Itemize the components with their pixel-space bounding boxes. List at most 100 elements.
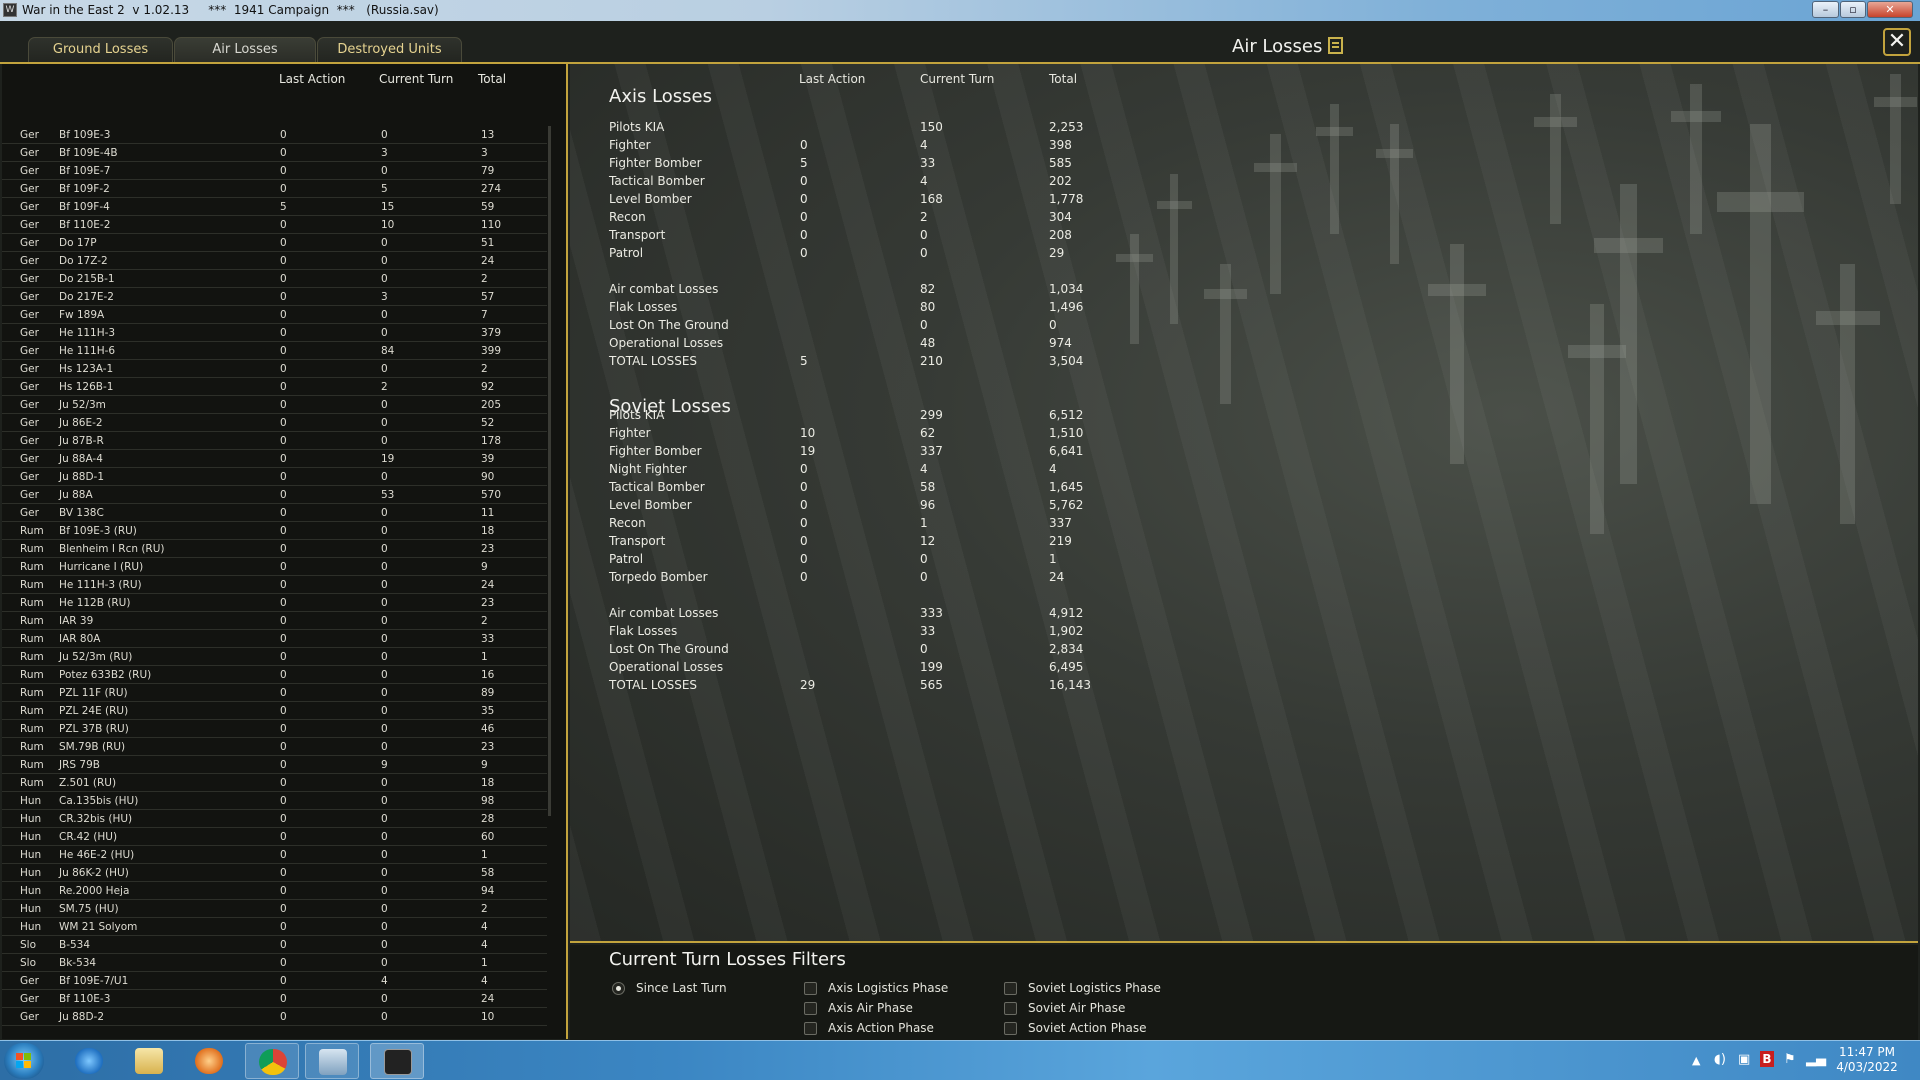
window-close-button[interactable]: ✕ (1867, 1, 1913, 18)
window-title: War in the East 2 v 1.02.13 *** 1941 Cam… (22, 3, 439, 17)
aircraft-row[interactable]: Ger Bf 110E-2 0 10 110 (2, 216, 547, 234)
aircraft-row[interactable]: Ger Ju 88D-1 0 0 90 (2, 468, 547, 486)
taskbar-media-player[interactable] (182, 1043, 236, 1079)
aircraft-row[interactable]: Hun Ju 86K-2 (HU) 0 0 58 (2, 864, 547, 882)
aircraft-row[interactable]: Rum IAR 80A 0 0 33 (2, 630, 547, 648)
aircraft-row[interactable]: Ger Bf 109F-4 5 15 59 (2, 198, 547, 216)
column-header-total[interactable]: Total (478, 72, 506, 86)
aircraft-row[interactable]: Ger Fw 189A 0 0 7 (2, 306, 547, 324)
taskbar-chrome[interactable] (245, 1043, 299, 1079)
aircraft-row[interactable]: Hun Re.2000 Heja 0 0 94 (2, 882, 547, 900)
column-header-current-turn[interactable]: Current Turn (379, 72, 453, 86)
app-icon[interactable]: W (3, 3, 17, 17)
aircraft-row[interactable]: Slo B-534 0 0 4 (2, 936, 547, 954)
total-cell: 110 (481, 219, 502, 231)
checkbox[interactable] (804, 982, 817, 995)
aircraft-row[interactable]: Hun CR.32bis (HU) 0 0 28 (2, 810, 547, 828)
volume-icon[interactable]: ◖) (1714, 1052, 1726, 1067)
report-icon[interactable] (1328, 37, 1343, 54)
current-turn-cell: 0 (381, 939, 388, 951)
tab-air-losses[interactable]: Air Losses (174, 37, 316, 62)
aircraft-row[interactable]: Ger Ju 52/3m 0 0 205 (2, 396, 547, 414)
aircraft-row[interactable]: Rum SM.79B (RU) 0 0 23 (2, 738, 547, 756)
aircraft-row[interactable]: Rum He 112B (RU) 0 0 23 (2, 594, 547, 612)
checkbox[interactable] (1004, 982, 1017, 995)
tab-destroyed-units[interactable]: Destroyed Units (317, 37, 462, 62)
taskbar-clock[interactable]: 11:47 PM 4/03/2022 (1832, 1045, 1902, 1075)
aircraft-row[interactable]: Ger Hs 126B-1 0 2 92 (2, 378, 547, 396)
aircraft-row[interactable]: Hun He 46E-2 (HU) 0 0 1 (2, 846, 547, 864)
aircraft-row[interactable]: Ger He 111H-3 0 0 379 (2, 324, 547, 342)
aircraft-row[interactable]: Rum PZL 11F (RU) 0 0 89 (2, 684, 547, 702)
aircraft-row[interactable]: Ger Ju 88A-4 0 19 39 (2, 450, 547, 468)
aircraft-row[interactable]: Rum Bf 109E-3 (RU) 0 0 18 (2, 522, 547, 540)
taskbar-war-in-the-east[interactable] (370, 1043, 424, 1079)
aircraft-row[interactable]: Rum PZL 37B (RU) 0 0 46 (2, 720, 547, 738)
aircraft-row[interactable]: Rum IAR 39 0 0 2 (2, 612, 547, 630)
aircraft-row[interactable]: Rum Ju 52/3m (RU) 0 0 1 (2, 648, 547, 666)
taskbar-file-explorer[interactable] (122, 1043, 176, 1079)
aircraft-row[interactable]: Ger Bf 109F-2 0 5 274 (2, 180, 547, 198)
start-button[interactable] (4, 1043, 44, 1079)
aircraft-row[interactable]: Rum He 111H-3 (RU) 0 0 24 (2, 576, 547, 594)
checkbox[interactable] (1004, 1022, 1017, 1035)
checkbox[interactable] (804, 1002, 817, 1015)
signal-strength-icon[interactable]: ▂▄ (1806, 1052, 1826, 1067)
total-cell: 18 (481, 525, 495, 537)
column-header-last-action[interactable]: Last Action (279, 72, 345, 86)
aircraft-row[interactable]: Ger Bf 109E-4B 0 3 3 (2, 144, 547, 162)
aircraft-row[interactable]: Hun SM.75 (HU) 0 0 2 (2, 900, 547, 918)
aircraft-row[interactable]: Ger Bf 109E-3 0 0 13 (2, 126, 547, 144)
aircraft-row[interactable]: Hun CR.42 (HU) 0 0 60 (2, 828, 547, 846)
aircraft-row[interactable]: Rum Potez 633B2 (RU) 0 0 16 (2, 666, 547, 684)
windows-logo-icon (16, 1053, 32, 1069)
maximize-button[interactable]: ▫ (1840, 1, 1866, 18)
radio-button[interactable] (612, 982, 625, 995)
last-action-cell: 0 (280, 507, 287, 519)
aircraft-row[interactable]: Ger Bf 109E-7 0 0 79 (2, 162, 547, 180)
nationality-cell: Rum (20, 561, 44, 573)
aircraft-row[interactable]: Rum Blenheim I Rcn (RU) 0 0 23 (2, 540, 547, 558)
current-turn-value: 1 (920, 516, 928, 530)
checkbox[interactable] (1004, 1002, 1017, 1015)
aircraft-row[interactable]: Rum Z.501 (RU) 0 0 18 (2, 774, 547, 792)
aircraft-row[interactable]: Ger He 111H-6 0 84 399 (2, 342, 547, 360)
aircraft-row[interactable]: Rum JRS 79B 0 9 9 (2, 756, 547, 774)
aircraft-type-cell: He 111H-3 (59, 327, 116, 339)
aircraft-row[interactable]: Ger Bf 109E-7/U1 0 4 4 (2, 972, 547, 990)
checkbox[interactable] (804, 1022, 817, 1035)
cross-shape (1270, 134, 1281, 294)
aircraft-row[interactable]: Ger Do 217E-2 0 3 57 (2, 288, 547, 306)
action-center-flag-icon[interactable]: ⚑ (1784, 1052, 1796, 1067)
aircraft-row[interactable]: Rum PZL 24E (RU) 0 0 35 (2, 702, 547, 720)
aircraft-row[interactable]: Hun WM 21 Solyom 0 0 4 (2, 918, 547, 936)
aircraft-row[interactable]: Ger Ju 88A 0 53 570 (2, 486, 547, 504)
current-turn-value: 0 (920, 570, 928, 584)
tab-ground-losses[interactable]: Ground Losses (28, 37, 173, 62)
aircraft-row[interactable]: Ger BV 138C 0 0 11 (2, 504, 547, 522)
aircraft-row[interactable]: Ger Ju 87B-R 0 0 178 (2, 432, 547, 450)
current-turn-cell: 0 (381, 921, 388, 933)
aircraft-row[interactable]: Ger Do 215B-1 0 0 2 (2, 270, 547, 288)
aircraft-row[interactable]: Ger Ju 88D-2 0 0 10 (2, 1008, 547, 1026)
aircraft-row[interactable]: Slo Bk-534 0 0 1 (2, 954, 547, 972)
show-hidden-icons-icon[interactable]: ▲ (1692, 1054, 1700, 1067)
antivirus-icon[interactable]: B (1760, 1051, 1774, 1067)
aircraft-row[interactable]: Ger Bf 110E-3 0 0 24 (2, 990, 547, 1008)
nationality-cell: Rum (20, 723, 44, 735)
network-status-icon[interactable]: ▣ (1738, 1052, 1750, 1067)
window-title-bar[interactable]: W War in the East 2 v 1.02.13 *** 1941 C… (0, 0, 1920, 21)
aircraft-row[interactable]: Rum Hurricane I (RU) 0 0 9 (2, 558, 547, 576)
minimize-button[interactable]: – (1812, 1, 1839, 18)
aircraft-row[interactable]: Ger Hs 123A-1 0 0 2 (2, 360, 547, 378)
aircraft-row[interactable]: Ger Ju 86E-2 0 0 52 (2, 414, 547, 432)
close-icon[interactable]: ✕ (1883, 28, 1911, 56)
list-scrollbar[interactable] (548, 126, 551, 816)
aircraft-type-cell: SM.79B (RU) (59, 741, 126, 753)
aircraft-row[interactable]: Ger Do 17P 0 0 51 (2, 234, 547, 252)
taskbar-window-switcher[interactable] (305, 1043, 359, 1079)
aircraft-row[interactable]: Hun Ca.135bis (HU) 0 0 98 (2, 792, 547, 810)
total-cell: 39 (481, 453, 495, 465)
taskbar-internet-explorer[interactable] (62, 1043, 116, 1079)
aircraft-row[interactable]: Ger Do 17Z-2 0 0 24 (2, 252, 547, 270)
